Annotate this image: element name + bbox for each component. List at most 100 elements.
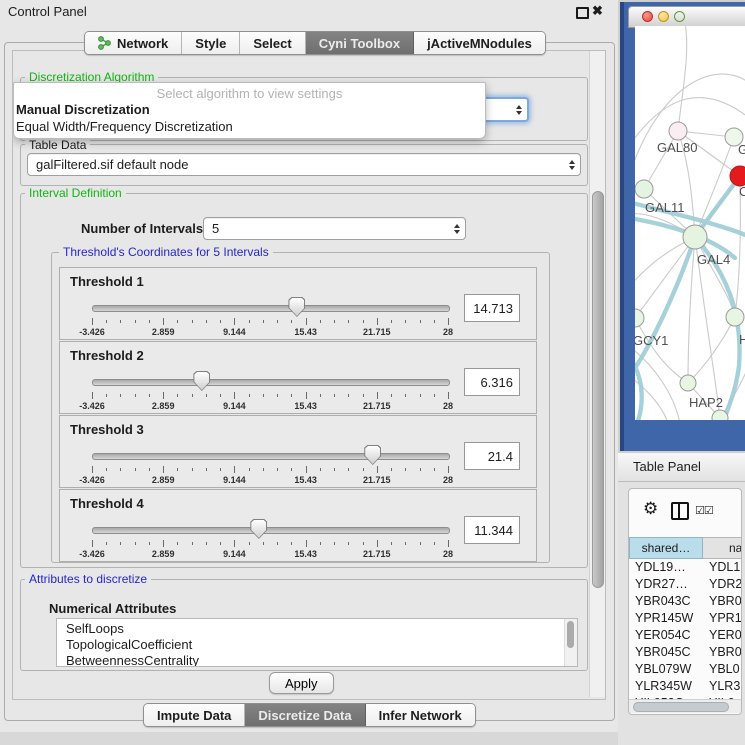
column-header-shared[interactable]: shared… [629,537,703,559]
cell-shared-name[interactable]: YBL079W [629,661,703,678]
tab-jactivemnodules[interactable]: jActiveMNodules [414,32,545,54]
node-selected-red[interactable] [730,166,745,186]
list-scrollbar-thumb[interactable] [567,621,574,648]
table-horizontal-scrollbar[interactable] [629,699,741,713]
cell-name[interactable]: YBL0 [703,661,741,678]
threshold-2-slider-track[interactable] [92,379,450,386]
algorithm-option-equal-width[interactable]: Equal Width/Frequency Discretization [14,118,485,135]
cell-shared-name[interactable]: YDR27… [629,576,703,593]
slider-ticks [92,392,448,400]
cell-shared-name[interactable]: YPR145W [629,610,703,627]
table-row[interactable]: YLR345W YLR3 [629,678,741,695]
gear-icon[interactable]: ⚙ [643,499,658,519]
cell-shared-name[interactable]: YBR043C [629,593,703,610]
threshold-2-slider-thumb[interactable] [193,371,210,391]
close-traffic-light[interactable] [642,11,653,22]
table-hscrollbar-thumb[interactable] [633,702,729,712]
minimize-traffic-light[interactable] [658,11,669,22]
apply-button[interactable]: Apply [269,672,334,694]
threshold-3-value-field[interactable]: 21.4 [464,442,520,470]
float-window-icon[interactable] [576,7,589,19]
interval-definition-group-title: Interval Definition [25,186,126,200]
table-rows: YDL19… YDL1 YDR27… YDR2 YBR043C YBR0 YPR… [629,559,741,699]
node-gal80[interactable] [669,122,687,140]
threshold-1-slider-track[interactable] [92,305,450,312]
screen: { "control_panel": { "title": "Control P… [0,0,745,745]
threshold-1-slider-thumb[interactable] [288,297,305,317]
combo-stepper-icon [449,224,465,234]
threshold-2-value-field[interactable]: 6.316 [464,368,520,396]
threshold-3-slider-thumb[interactable] [364,445,381,465]
table-row[interactable]: YDR27… YDR2 [629,576,741,593]
slider-tick-labels: -3.4262.8599.14415.4321.71528 [92,327,448,337]
table-row[interactable]: YPR145W YPR1 [629,610,741,627]
slider-tick-labels: -3.4262.8599.14415.4321.71528 [92,475,448,485]
attribute-items: SelfLoopsTopologicalCoefficientBetweenne… [57,619,577,667]
cell-name[interactable]: YBR0 [703,593,741,610]
cell-name[interactable]: YBR0 [703,644,741,661]
tab-network[interactable]: Network [85,32,182,54]
tab-cyni-toolbox[interactable]: Cyni Toolbox [306,32,414,54]
table-row[interactable]: YDL19… YDL1 [629,559,741,576]
cell-name[interactable]: YPR1 [703,610,741,627]
table-row[interactable]: YBR045C YBR0 [629,644,741,661]
attribute-list-item[interactable]: BetweennessCentrality [57,653,577,667]
cell-shared-name[interactable]: YER054C [629,627,703,644]
settings-scrollbar-thumb[interactable] [592,191,604,588]
network-canvas[interactable]: GAL80 G C GAL11 GAL4 GCY1 H HAP2 [635,26,745,420]
combo-stepper-icon [564,160,580,170]
cell-name[interactable]: YER0 [703,627,741,644]
tab-infer-network[interactable]: Infer Network [366,704,475,726]
slider-tick-labels: -3.4262.8599.14415.4321.71528 [92,549,448,559]
algorithm-placeholder: Select algorithm to view settings [14,86,485,101]
column-header-name[interactable]: na [703,537,741,559]
number-of-intervals-combo[interactable]: 5 [203,217,466,240]
tab-select[interactable]: Select [240,32,305,54]
table-row[interactable]: YBL079W YBL0 [629,661,741,678]
tab-impute-data[interactable]: Impute Data [144,704,245,726]
cell-shared-name[interactable]: YDL19… [629,559,703,576]
close-icon[interactable]: ✖ [592,3,603,19]
threshold-4-value-field[interactable]: 11.344 [464,516,520,544]
numerical-attributes-label: Numerical Attributes [49,601,176,616]
slider-tick-labels: -3.4262.8599.14415.4321.71528 [92,401,448,411]
table-data-combo[interactable]: galFiltered.sif default node [27,153,581,176]
threshold-panel-1: Threshold 1 -3.4262.8599.14415.4321.7152… [59,267,537,340]
cell-name[interactable]: YLR3 [703,678,741,695]
settings-scrollbar[interactable] [589,51,605,697]
node-label-gcy1: GCY1 [635,333,668,348]
node-partial-low[interactable] [726,308,744,326]
tab-discretize-data[interactable]: Discretize Data [245,704,365,726]
tab-style[interactable]: Style [182,32,240,54]
number-of-intervals-value: 5 [204,221,449,236]
node-label-partial-mid: C [739,184,745,199]
zoom-traffic-light[interactable] [674,11,685,22]
threshold-1-value-field[interactable]: 14.713 [464,294,520,322]
checkbox-select-icons[interactable]: ☑☑ [695,504,713,517]
algorithm-dropdown-popup: Select algorithm to view settings Manual… [13,82,486,139]
list-scrollbar[interactable] [564,619,577,666]
node-label-partial-low: H [739,332,745,347]
settings-scroll-pane: Discretization Algorithm Select algorith… [12,50,606,700]
threshold-4-slider-thumb[interactable] [250,519,267,539]
columns-icon[interactable] [671,502,689,520]
node-gal11[interactable] [635,180,653,198]
algorithm-option-manual[interactable]: Manual Discretization [14,101,485,118]
threshold-4-slider-track[interactable] [92,527,450,534]
table-row[interactable]: YBR043C YBR0 [629,593,741,610]
node-label-gal4: GAL4 [697,252,730,267]
number-of-intervals-label: Number of Intervals [81,221,203,236]
node-hap2[interactable] [680,375,696,391]
table-row[interactable]: YER054C YER0 [629,627,741,644]
numerical-attributes-list: SelfLoopsTopologicalCoefficientBetweenne… [56,618,578,667]
threshold-3-slider-track[interactable] [92,453,450,460]
node-label-gal80: GAL80 [657,140,697,155]
attribute-list-item[interactable]: TopologicalCoefficient [57,637,577,653]
cell-name[interactable]: YDL1 [703,559,741,576]
node-gcy1[interactable] [635,309,644,327]
cell-shared-name[interactable]: YBR045C [629,644,703,661]
attribute-list-item[interactable]: SelfLoops [57,621,577,637]
node-gal4[interactable] [683,225,707,249]
cell-shared-name[interactable]: YLR345W [629,678,703,695]
cell-name[interactable]: YDR2 [703,576,741,593]
